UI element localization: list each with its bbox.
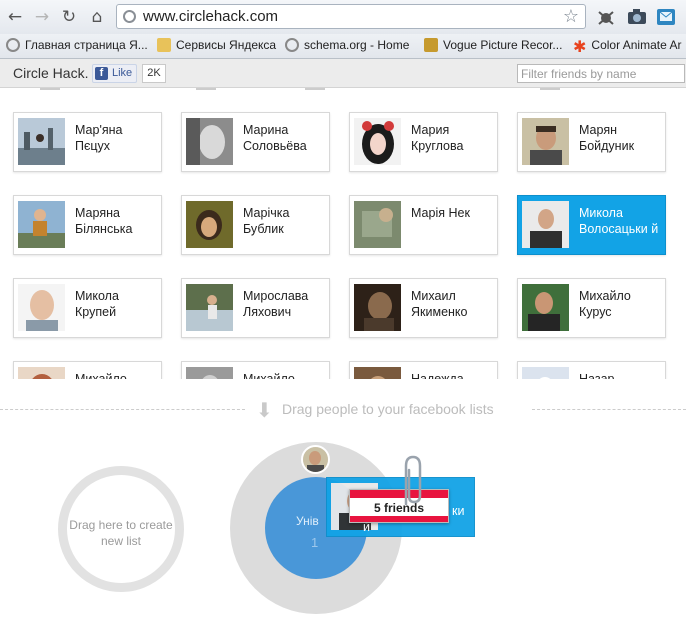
friend-name: Микола Волосацьки й (579, 206, 659, 236)
like-label: Like (112, 67, 133, 79)
friend-name: Маряна Білянська (75, 206, 133, 236)
friend-photo (354, 284, 401, 331)
bookmark-label: Color Animate Ar (591, 38, 682, 52)
list-name: Унів (296, 514, 319, 528)
friend-name: Марічка Бублик (243, 206, 290, 236)
friend-card[interactable]: Михаил Якименко (349, 278, 498, 338)
friend-photo (186, 201, 233, 248)
asterisk-icon: ✱ (573, 37, 587, 56)
friend-name: Михайло (243, 372, 295, 379)
bookmarks-bar: Главная страница Я... Сервисы Яндекса sc… (0, 34, 686, 59)
like-count-badge: 2K (142, 64, 166, 83)
dragged-name-fragment: ки (452, 504, 465, 518)
camera-extension-icon[interactable] (627, 7, 647, 27)
app-header: Circle Hack. f Like 2K (0, 59, 686, 88)
friend-name: Мар'яна Пєцух (75, 123, 123, 153)
friend-card[interactable]: Мар'яна Пєцух (13, 112, 162, 172)
friend-name: Михаил Якименко (411, 289, 468, 319)
friend-card-selected[interactable]: Микола Волосацьки й (517, 195, 666, 255)
forward-icon[interactable]: → (33, 8, 51, 26)
friend-card[interactable]: Надежда (349, 361, 498, 379)
friend-photo (522, 201, 569, 248)
divider-line (532, 409, 686, 410)
brand-title: Circle Hack. (13, 65, 89, 81)
friend-name: Назар (579, 372, 615, 379)
friend-photo (186, 118, 233, 165)
friend-card[interactable]: Марічка Бублик (181, 195, 330, 255)
globe-icon (285, 38, 299, 52)
friend-photo (186, 367, 233, 379)
friend-name: Надежда (411, 372, 464, 379)
mail-extension-icon[interactable] (656, 7, 676, 27)
friend-card[interactable]: Маряна Білянська (13, 195, 162, 255)
facebook-like-button[interactable]: f Like (92, 64, 137, 83)
drag-hint-text: Drag people to your facebook lists (282, 401, 494, 417)
friend-photo (354, 201, 401, 248)
bookmark-item[interactable]: Главная страница Я... (6, 38, 148, 52)
friend-photo (186, 284, 233, 331)
friends-grid: Мар'яна Пєцух Марина Соловьёва Мария Кру… (0, 88, 686, 379)
address-url[interactable]: www.circlehack.com (143, 8, 278, 25)
down-arrow-icon: ⬇ (256, 398, 273, 422)
bug-extension-icon[interactable] (596, 7, 616, 27)
friend-name: Мария Круглова (411, 123, 464, 153)
friend-name: Михайло (75, 372, 127, 379)
friend-name: Мирослава Ляхович (243, 289, 309, 319)
bookmark-label: Главная страница Я... (25, 38, 148, 52)
friend-card[interactable]: Назар (517, 361, 666, 379)
list-member-count: 1 (311, 535, 319, 550)
friend-card[interactable]: Михайло (13, 361, 162, 379)
friend-name: Марія Нек (411, 206, 470, 220)
bookmark-label: schema.org - Home (304, 38, 410, 52)
back-icon[interactable]: ← (6, 8, 24, 26)
friend-card[interactable]: Марія Нек (349, 195, 498, 255)
paperclip-icon (404, 455, 422, 506)
bookmark-item[interactable]: ✱ Color Animate Ar (573, 37, 682, 56)
friend-photo (354, 118, 401, 165)
address-bar[interactable]: www.circlehack.com ☆ (116, 4, 586, 29)
browser-toolbar: ← → ↻ ⌂ www.circlehack.com ☆ (0, 0, 686, 34)
friend-photo (18, 118, 65, 165)
divider-line (0, 409, 245, 410)
friend-photo (354, 367, 401, 379)
list-member-avatar[interactable] (301, 445, 330, 474)
friend-name: Марян Бойдуник (579, 123, 635, 153)
friend-photo (522, 118, 569, 165)
friend-card[interactable]: Марина Соловьёва (181, 112, 330, 172)
friend-name: Микола Крупей (75, 289, 119, 319)
bookmark-star-icon[interactable]: ☆ (563, 6, 579, 27)
friend-name: Михайло Курус (579, 289, 631, 319)
friend-card[interactable]: Мария Круглова (349, 112, 498, 172)
friend-card[interactable]: Мирослава Ляхович (181, 278, 330, 338)
home-icon[interactable]: ⌂ (88, 8, 106, 26)
friend-card[interactable]: Марян Бойдуник (517, 112, 666, 172)
bookmark-item[interactable]: schema.org - Home (285, 38, 409, 52)
friend-card[interactable]: Микола Крупей (13, 278, 162, 338)
folder-icon (157, 38, 171, 52)
bookmark-item[interactable]: Vogue Picture Recor... (424, 38, 562, 52)
friend-card[interactable]: Михайло (181, 361, 330, 379)
facebook-icon: f (95, 67, 108, 80)
friend-photo (18, 201, 65, 248)
default-avatar-icon (522, 367, 569, 379)
bookmark-label: Сервисы Яндекса (176, 38, 277, 52)
bookmark-label: Vogue Picture Recor... (443, 38, 563, 52)
friend-photo (18, 367, 65, 379)
friend-photo (18, 284, 65, 331)
globe-icon (6, 38, 20, 52)
friend-name: Марина Соловьёва (243, 123, 307, 153)
friend-card[interactable]: Михайло Курус (517, 278, 666, 338)
bookmark-item[interactable]: Сервисы Яндекса (157, 38, 276, 52)
create-new-list-dropzone[interactable]: Drag here to create new list (58, 466, 184, 592)
filter-friends-input[interactable] (517, 64, 685, 83)
globe-icon (123, 10, 136, 23)
friend-photo (522, 284, 569, 331)
reload-icon[interactable]: ↻ (60, 8, 78, 26)
vogue-icon (424, 38, 438, 52)
create-new-list-label: Drag here to create new list (69, 518, 173, 548)
